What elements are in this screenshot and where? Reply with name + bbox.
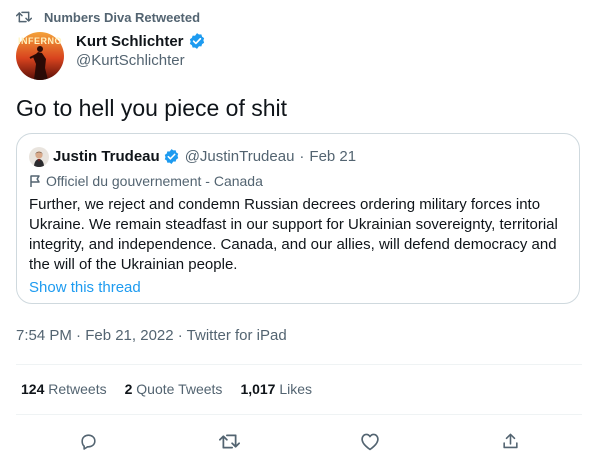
government-label-text: Officiel du gouvernement - Canada [46, 173, 263, 189]
government-label: Officiel du gouvernement - Canada [29, 171, 263, 191]
share-button[interactable] [499, 430, 521, 452]
avatar-logo-text: INFERNO [18, 36, 62, 46]
likes-count: 1,017 [240, 381, 276, 397]
reply-button[interactable] [77, 430, 99, 452]
reply-icon [80, 433, 96, 450]
separator-dot: · [299, 147, 305, 165]
retweet-button[interactable] [218, 430, 240, 452]
verified-badge-icon [189, 33, 204, 49]
quote-tweets-label: Quote Tweets [136, 381, 223, 397]
quoted-author-name[interactable]: Justin Trudeau [53, 148, 160, 165]
verified-badge-icon [164, 148, 178, 164]
quoted-tweet-card[interactable]: Justin Trudeau @JustinTrudeau · Feb 21 O… [16, 133, 580, 304]
divider [16, 364, 582, 365]
quoted-tweet-date[interactable]: Feb 21 [309, 148, 356, 165]
quoted-tweet-header: Justin Trudeau @JustinTrudeau · Feb 21 [53, 146, 356, 166]
engagement-stats: 124 Retweets 2 Quote Tweets 1,017 Likes [21, 381, 330, 397]
likes-label: Likes [279, 381, 313, 397]
like-icon [361, 433, 379, 450]
divider [16, 414, 582, 415]
retweets-stat[interactable]: 124 Retweets [21, 381, 107, 397]
likes-stat[interactable]: 1,017 Likes [240, 381, 312, 397]
quote-tweets-count: 2 [124, 381, 133, 397]
quoted-tweet-text: Further, we reject and condemn Russian d… [29, 196, 558, 273]
like-button[interactable] [359, 430, 381, 452]
retweet-icon [16, 11, 32, 23]
retweet-icon [218, 434, 240, 448]
retweets-label: Retweets [48, 381, 107, 397]
retweet-context[interactable]: Numbers Diva Retweeted [14, 8, 200, 26]
author-handle[interactable]: @KurtSchlichter [76, 52, 185, 69]
retweet-label: Numbers Diva Retweeted [44, 9, 201, 25]
quoted-author-handle[interactable]: @JustinTrudeau [185, 148, 295, 165]
author-display-name: Kurt Schlichter [76, 32, 184, 50]
tweet-text: Go to hell you piece of shit [16, 95, 288, 121]
retweets-count: 124 [21, 381, 45, 397]
show-thread-link[interactable]: Show this thread [29, 279, 141, 296]
flag-icon [30, 175, 40, 187]
author-name[interactable]: Kurt Schlichter [76, 31, 206, 51]
quote-tweets-stat[interactable]: 2 Quote Tweets [125, 381, 223, 397]
share-icon [502, 433, 518, 448]
tweet-timestamp[interactable]: 7:54 PM · Feb 21, 2022 · Twitter for iPa… [16, 327, 287, 344]
quoted-author-avatar[interactable] [29, 147, 49, 167]
